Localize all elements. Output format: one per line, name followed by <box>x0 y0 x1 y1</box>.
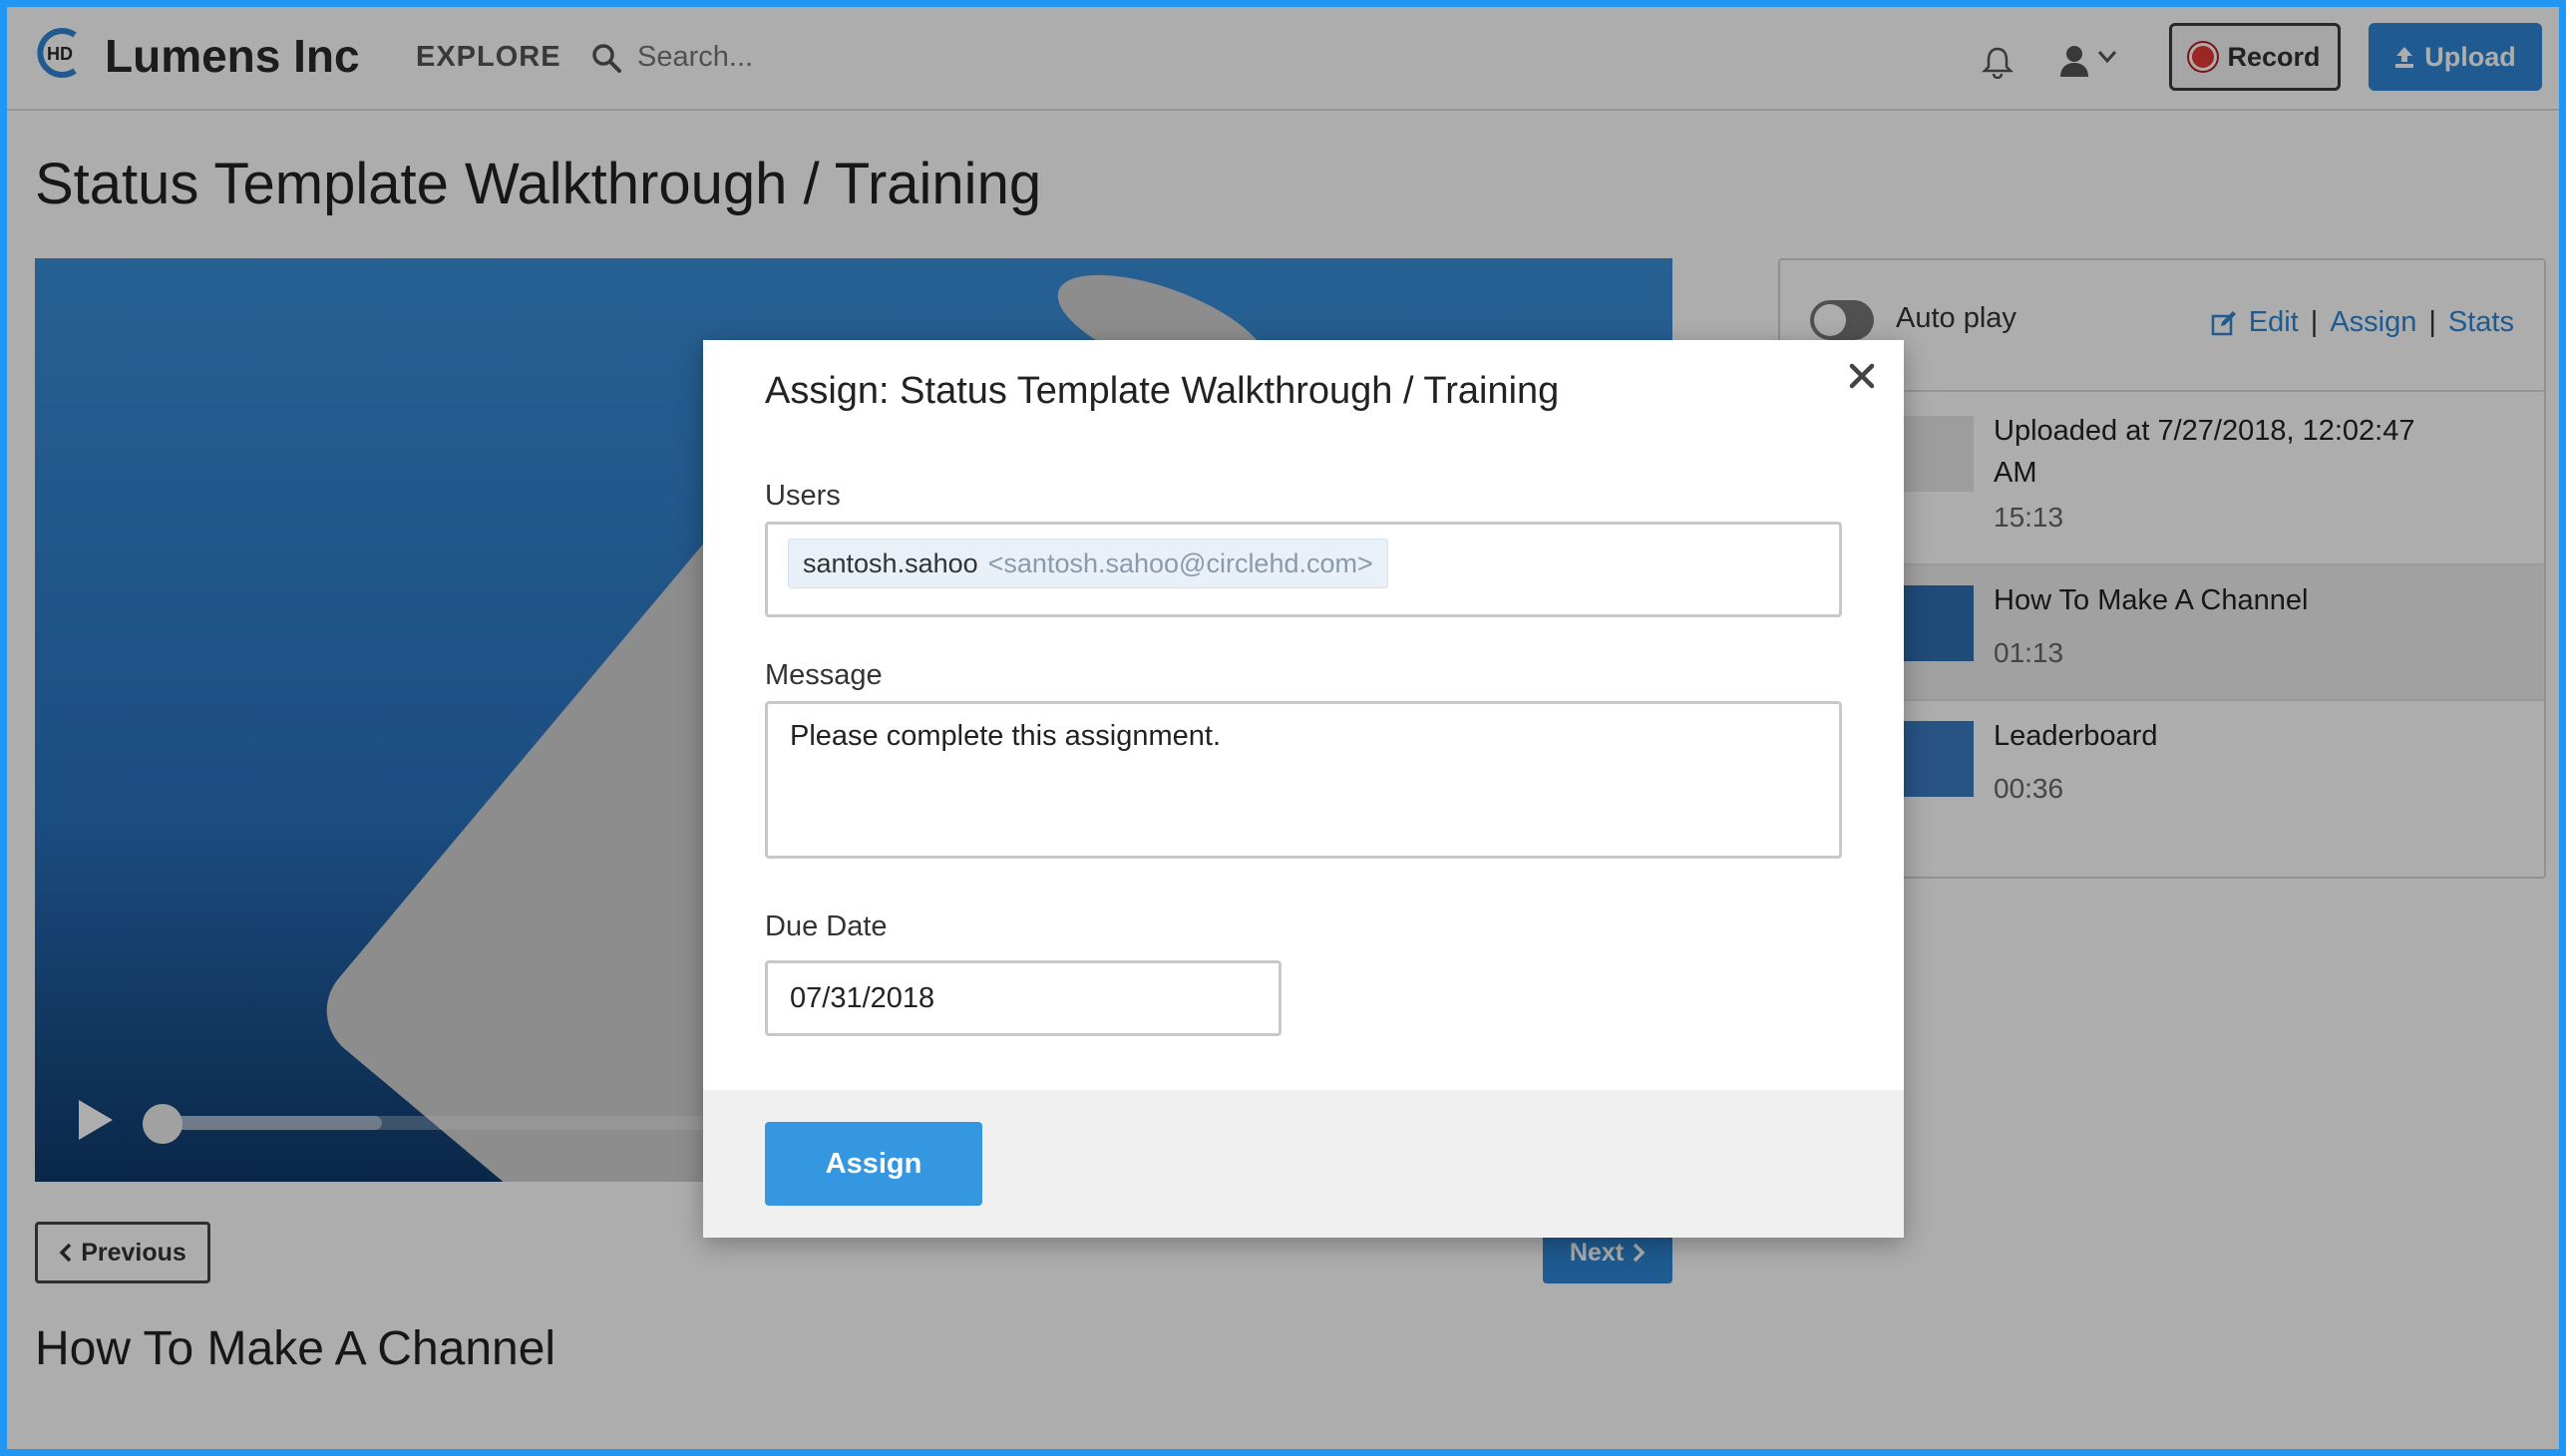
users-field[interactable]: santosh.sahoo <santosh.sahoo@circlehd.co… <box>765 522 1842 617</box>
due-date-label: Due Date <box>765 910 888 942</box>
users-label: Users <box>765 480 841 512</box>
app-window: HD Lumens Inc EXPLORE Record <box>7 7 2559 1449</box>
dialog-title: Assign: Status Template Walkthrough / Tr… <box>765 370 1560 412</box>
message-field[interactable]: Please complete this assignment. <box>765 701 1842 859</box>
user-tag-name: santosh.sahoo <box>803 547 978 578</box>
dialog-footer: Assign <box>703 1090 1904 1238</box>
user-tag[interactable]: santosh.sahoo <santosh.sahoo@circlehd.co… <box>788 539 1388 588</box>
user-tag-email: <santosh.sahoo@circlehd.com> <box>987 547 1373 578</box>
assign-button[interactable]: Assign <box>765 1122 982 1206</box>
due-date-field[interactable] <box>765 960 1282 1036</box>
close-icon <box>1849 363 1875 389</box>
close-button[interactable] <box>1836 350 1888 402</box>
assign-dialog: Assign: Status Template Walkthrough / Tr… <box>703 340 1904 1238</box>
message-label: Message <box>765 659 883 691</box>
